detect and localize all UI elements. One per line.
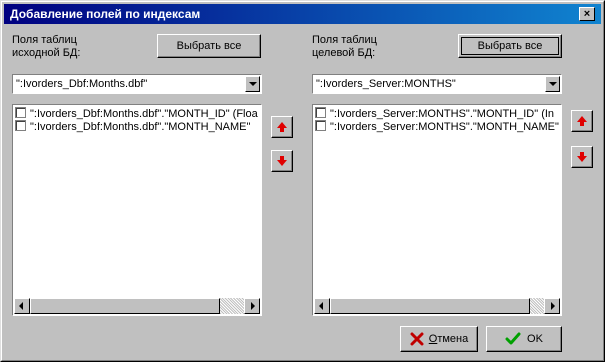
target-select-all-button[interactable]: Выбрать все [458,34,562,58]
scroll-right-icon[interactable] [244,298,260,314]
source-table-combo[interactable]: ":Ivorders_Dbf:Months.dbf" [12,74,262,94]
source-fields-list[interactable]: ":Ivorders_Dbf:Months.dbf"."MONTH_ID" (F… [12,104,262,316]
cancel-label: Отмена [428,333,469,345]
close-button[interactable]: × [579,7,595,21]
cancel-button[interactable]: Отмена [400,326,478,352]
scroll-left-icon[interactable] [14,298,30,314]
scroll-right-icon[interactable] [544,298,560,314]
list-item-label: ":Ivorders_Dbf:Months.dbf"."MONTH_ID" (F… [30,108,258,120]
list-item[interactable]: ":Ivorders_Dbf:Months.dbf"."MONTH_NAME" [15,120,250,133]
scroll-left-icon[interactable] [314,298,330,314]
checkbox[interactable] [315,120,326,131]
list-item[interactable]: ":Ivorders_Server:MONTHS"."MONTH_ID" (In [315,107,554,120]
scroll-thumb[interactable] [30,298,220,314]
arrow-down-icon [577,152,587,162]
ok-button[interactable]: OK [486,326,562,352]
cancel-x-icon [410,332,424,346]
list-item-label: ":Ivorders_Dbf:Months.dbf"."MONTH_NAME" [30,121,251,133]
checkbox[interactable] [15,120,26,131]
list-item-label: ":Ivorders_Server:MONTHS"."MONTH_ID" (In [330,108,555,120]
target-fields-list[interactable]: ":Ivorders_Server:MONTHS"."MONTH_ID" (In… [312,104,562,316]
window-title: Добавление полей по индексам [10,7,201,21]
list-item[interactable]: ":Ivorders_Dbf:Months.dbf"."MONTH_ID" (F… [15,107,258,120]
checkbox[interactable] [315,107,326,118]
chevron-down-icon[interactable] [245,76,260,92]
source-move-down-button[interactable] [271,150,293,172]
title-bar[interactable]: Добавление полей по индексам × [4,4,601,24]
target-move-down-button[interactable] [571,146,593,168]
source-table-value: ":Ivorders_Dbf:Months.dbf" [16,78,148,90]
checkmark-icon [505,332,521,345]
list-item[interactable]: ":Ivorders_Server:MONTHS"."MONTH_NAME" [315,120,559,133]
chevron-down-icon[interactable] [545,76,560,92]
source-fields-label: Поля таблиц исходной БД: [12,34,81,59]
source-move-up-button[interactable] [271,116,293,138]
dialog-window: Добавление полей по индексам × Поля табл… [0,0,605,362]
arrow-up-icon [277,122,287,132]
target-move-up-button[interactable] [571,110,593,132]
target-table-combo[interactable]: ":Ivorders_Server:MONTHS" [312,74,562,94]
arrow-up-icon [577,116,587,126]
ok-label: OK [527,333,543,345]
arrow-down-icon [277,156,287,166]
checkbox[interactable] [15,107,26,118]
target-fields-label: Поля таблиц целевой БД: [312,34,377,59]
horizontal-scrollbar[interactable] [14,298,260,314]
horizontal-scrollbar[interactable] [314,298,560,314]
list-item-label: ":Ivorders_Server:MONTHS"."MONTH_NAME" [330,121,559,133]
target-table-value: ":Ivorders_Server:MONTHS" [316,78,456,90]
source-select-all-button[interactable]: Выбрать все [157,34,261,58]
scroll-thumb[interactable] [330,298,530,314]
